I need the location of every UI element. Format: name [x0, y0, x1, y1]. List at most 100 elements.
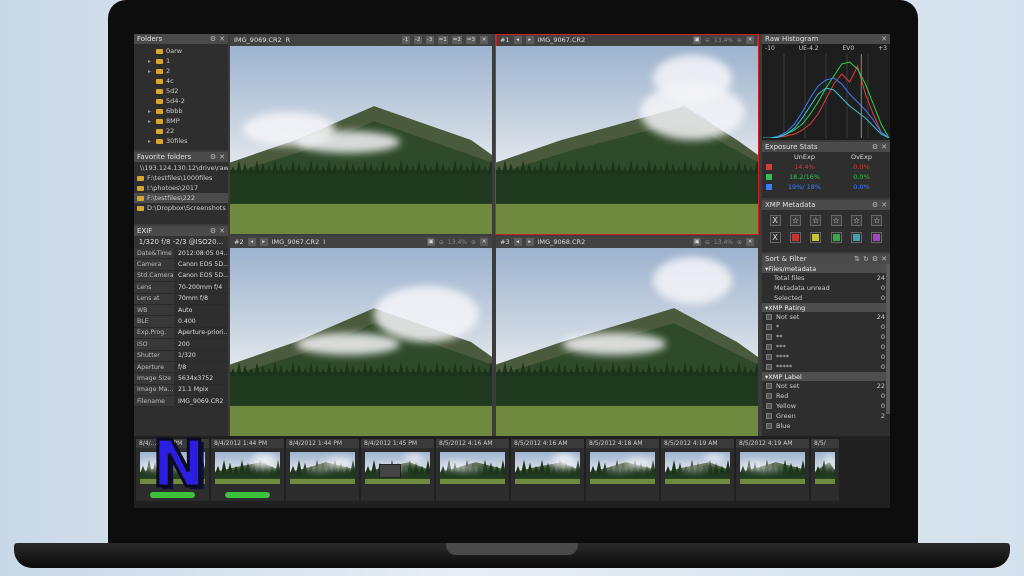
- filmstrip-thumbnail[interactable]: 8/5/2012 4:19 AM: [736, 439, 809, 501]
- settings-icon[interactable]: ⚙: [872, 255, 878, 263]
- compare-button[interactable]: =2: [451, 36, 462, 44]
- favorite-item[interactable]: D:\Dropbox\Screenshots: [134, 203, 228, 213]
- favorite-item[interactable]: \\193.124.130.12\drive\raw: [134, 163, 228, 173]
- next-icon[interactable]: ▸: [525, 36, 534, 44]
- folder-item[interactable]: 4c: [134, 76, 228, 86]
- filter-checkbox[interactable]: [766, 324, 772, 330]
- clear-rating-button[interactable]: X: [769, 215, 781, 226]
- filter-checkbox[interactable]: [766, 403, 772, 409]
- filmstrip-thumbnail[interactable]: 8/4/2012 1:44 PM: [286, 439, 359, 501]
- folder-item[interactable]: ▸ 8MP: [134, 116, 228, 126]
- settings-icon[interactable]: ⚙: [210, 153, 216, 161]
- filter-row[interactable]: Metadata unread 0: [762, 283, 890, 293]
- color-label-button[interactable]: [871, 232, 883, 243]
- photo-area[interactable]: [496, 46, 758, 234]
- filmstrip-thumbnail[interactable]: 8/5/2012 4:19 AM: [661, 439, 734, 501]
- filter-row[interactable]: *** 0: [762, 342, 890, 352]
- close-icon[interactable]: ✕: [219, 227, 225, 235]
- filter-row[interactable]: Not set 24: [762, 312, 890, 322]
- color-label-button[interactable]: [830, 232, 842, 243]
- compare-button[interactable]: =3: [465, 36, 476, 44]
- favorite-item[interactable]: F:\testfiles\222: [134, 193, 228, 203]
- image-viewer[interactable]: #3 ◂ ▸ IMG_9068.CR2 ▣ ⊖ 13.4% ⊕ ✕: [496, 236, 758, 436]
- lock-icon[interactable]: ▣: [692, 36, 701, 44]
- close-icon[interactable]: ✕: [881, 201, 887, 209]
- close-icon[interactable]: ✕: [881, 35, 887, 43]
- favorite-item[interactable]: F:\testfiles\1000files: [134, 173, 228, 183]
- star-icon[interactable]: ☆: [789, 215, 801, 226]
- close-icon[interactable]: ✕: [881, 255, 887, 263]
- favorite-item[interactable]: I:\photoes\2017: [134, 183, 228, 193]
- folder-item[interactable]: ▸ 6bbb: [134, 106, 228, 116]
- close-icon[interactable]: ✕: [881, 143, 887, 151]
- prev-icon[interactable]: ◂: [513, 36, 522, 44]
- photo-area[interactable]: [496, 248, 758, 436]
- filter-row[interactable]: * 0: [762, 322, 890, 332]
- filter-checkbox[interactable]: [766, 314, 772, 320]
- prev-icon[interactable]: ◂: [247, 238, 256, 246]
- color-label-button[interactable]: [810, 232, 822, 243]
- filmstrip-thumbnail[interactable]: 8/4/2012 1:44 PM: [211, 439, 284, 501]
- folder-tree[interactable]: 0arw ▸ 1 ▸ 2 4c 5d2 5d4-2 ▸ 6bbb ▸ 8MP 22 ▸ 30files: [134, 44, 228, 146]
- compare-button[interactable]: -3: [425, 36, 434, 44]
- filter-section-header[interactable]: ▾ XMP Rating: [762, 303, 890, 312]
- next-icon[interactable]: ▸: [259, 238, 268, 246]
- close-icon[interactable]: ✕: [219, 153, 225, 161]
- filter-checkbox[interactable]: [766, 413, 772, 419]
- filter-checkbox[interactable]: [766, 334, 772, 340]
- filter-row[interactable]: Blue: [762, 421, 890, 431]
- star-icon[interactable]: ☆: [810, 215, 822, 226]
- compare-button[interactable]: -2: [413, 36, 422, 44]
- clear-label-button[interactable]: X: [769, 232, 781, 243]
- filter-section-header[interactable]: ▾ Files/metadata: [762, 264, 890, 273]
- color-label-button[interactable]: [850, 232, 862, 243]
- star-icon[interactable]: ☆: [830, 215, 842, 226]
- lock-icon[interactable]: ▣: [692, 238, 701, 246]
- filter-row[interactable]: Not set 22: [762, 381, 890, 391]
- folder-item[interactable]: 5d2: [134, 86, 228, 96]
- zoom-in-icon[interactable]: ⊕: [471, 239, 476, 246]
- compare-button[interactable]: =1: [437, 36, 448, 44]
- sort-filter-scrollbar[interactable]: [886, 264, 890, 414]
- close-icon[interactable]: ✕: [746, 238, 754, 246]
- folder-item[interactable]: 5d4-2: [134, 96, 228, 106]
- settings-icon[interactable]: ⚙: [210, 35, 216, 43]
- photo-area[interactable]: [230, 248, 492, 436]
- close-icon[interactable]: ✕: [219, 35, 225, 43]
- filmstrip-thumbnail[interactable]: 8/5/2012 4:18 AM: [586, 439, 659, 501]
- expand-arrow-icon[interactable]: ▸: [148, 108, 156, 115]
- image-viewer[interactable]: #1 ◂ ▸ IMG_9067.CR2 ▣ ⊖ 13.4% ⊕ ✕: [495, 34, 759, 235]
- settings-icon[interactable]: ⚙: [872, 143, 878, 151]
- filter-row[interactable]: ***** 0: [762, 362, 890, 372]
- photo-area[interactable]: [230, 46, 492, 234]
- zoom-in-icon[interactable]: ⊕: [737, 239, 742, 246]
- zoom-out-icon[interactable]: ⊖: [705, 239, 710, 246]
- compare-button[interactable]: -1: [401, 36, 410, 44]
- star-icon[interactable]: ☆: [850, 215, 862, 226]
- folder-item[interactable]: 0arw: [134, 46, 228, 56]
- filter-row[interactable]: Green 2: [762, 411, 890, 421]
- prev-icon[interactable]: ◂: [513, 238, 522, 246]
- filter-row[interactable]: Yellow 0: [762, 401, 890, 411]
- filter-row[interactable]: **** 0: [762, 352, 890, 362]
- filter-checkbox[interactable]: [766, 364, 772, 370]
- folder-item[interactable]: 22: [134, 126, 228, 136]
- close-icon[interactable]: ✕: [480, 238, 488, 246]
- folder-item[interactable]: ▸ 1: [134, 56, 228, 66]
- filter-checkbox[interactable]: [766, 423, 772, 429]
- filter-row[interactable]: Selected 0: [762, 293, 890, 303]
- image-viewer[interactable]: IMG_9069.CR2 R -1 -2 -3 =1 =2 =3 ✕: [230, 34, 492, 234]
- settings-icon[interactable]: ⚙: [872, 201, 878, 209]
- lock-icon[interactable]: ▣: [426, 238, 435, 246]
- filter-row[interactable]: Red 0: [762, 391, 890, 401]
- expand-arrow-icon[interactable]: ▸: [148, 58, 156, 65]
- close-icon[interactable]: ✕: [480, 36, 488, 44]
- filter-row[interactable]: ** 0: [762, 332, 890, 342]
- settings-icon[interactable]: ⚙: [210, 227, 216, 235]
- refresh-icon[interactable]: ↻: [863, 255, 869, 263]
- filter-row[interactable]: Total files 24: [762, 273, 890, 283]
- folder-item[interactable]: ▸ 2: [134, 66, 228, 76]
- image-viewer[interactable]: #2 ◂ ▸ IMG_9067.CR2 I ▣ ⊖ 13.4% ⊕ ✕: [230, 236, 492, 436]
- close-icon[interactable]: ✕: [746, 36, 754, 44]
- sort-icon[interactable]: ⇅: [854, 255, 860, 263]
